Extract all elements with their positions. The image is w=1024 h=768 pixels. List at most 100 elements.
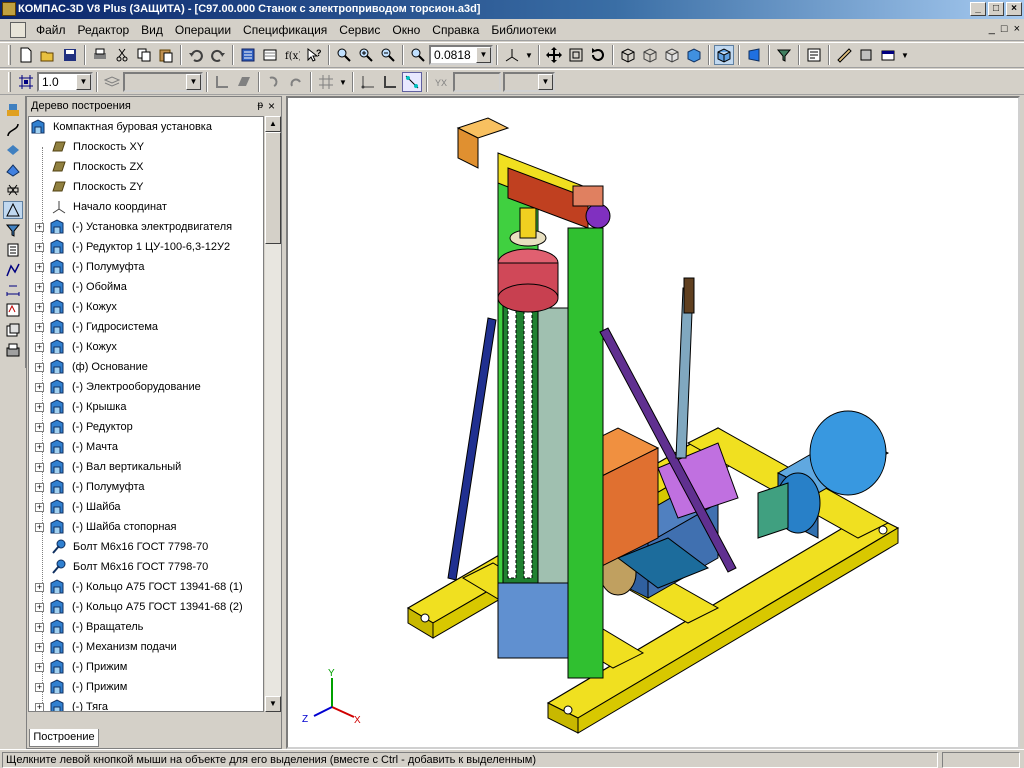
snap-icon[interactable]	[264, 72, 284, 92]
tree-item[interactable]: + (-) Шайба	[35, 497, 121, 517]
toolbar-grip[interactable]	[8, 45, 11, 65]
tree-item[interactable]: + (-) Кольцо А75 ГОСТ 13941-68 (1)	[35, 577, 243, 597]
expand-icon[interactable]: +	[35, 262, 44, 272]
orientation-dropdown-icon[interactable]: ▼	[524, 45, 534, 65]
cursor-snap-icon[interactable]	[402, 72, 422, 92]
expand-icon[interactable]: +	[35, 282, 44, 292]
expand-icon[interactable]: +	[35, 362, 44, 372]
expand-icon[interactable]: +	[35, 302, 44, 312]
open-file-icon[interactable]	[38, 45, 58, 65]
expand-icon[interactable]: +	[35, 242, 44, 252]
expand-icon[interactable]: +	[35, 422, 44, 432]
hidden-lines-icon[interactable]	[640, 45, 660, 65]
expand-icon[interactable]: +	[35, 702, 44, 711]
specification-icon[interactable]	[3, 241, 23, 259]
tree-item[interactable]: + (-) Полумуфта	[35, 477, 145, 497]
zoom-window-icon[interactable]	[334, 45, 354, 65]
expand-icon[interactable]: +	[35, 342, 44, 352]
zoom-out-icon[interactable]	[378, 45, 398, 65]
thin-hidden-lines-icon[interactable]	[662, 45, 682, 65]
expand-icon[interactable]: +	[35, 682, 44, 692]
model-viewport[interactable]: Y X Z	[286, 96, 1020, 749]
expand-icon[interactable]: +	[35, 642, 44, 652]
tree-item[interactable]: + (-) Тяга	[35, 697, 108, 711]
tree-item[interactable]: + (-) Обойма	[35, 277, 127, 297]
menu-view[interactable]: Вид	[135, 23, 169, 37]
mdi-close-button[interactable]: ×	[1014, 23, 1020, 35]
spline-icon[interactable]	[3, 121, 23, 139]
zoom-scale-icon[interactable]	[408, 45, 428, 65]
expand-icon[interactable]: +	[35, 322, 44, 332]
sketch-plane-icon[interactable]	[234, 72, 254, 92]
expand-icon[interactable]: +	[35, 382, 44, 392]
assembly-3d-model[interactable]: Y X Z	[288, 98, 1018, 747]
tree-item[interactable]: Болт М6х16 ГОСТ 7798-70	[51, 557, 208, 577]
cursor-y-field[interactable]: ▼	[503, 72, 555, 92]
tree-item[interactable]: + (-) Вал вертикальный	[35, 457, 181, 477]
document-icon[interactable]	[10, 21, 26, 38]
menu-help[interactable]: Справка	[426, 23, 485, 37]
tree-item[interactable]: + (-) Электрооборудование	[35, 377, 201, 397]
panel-close-icon[interactable]: ×	[268, 97, 275, 115]
halftone-edges-icon[interactable]	[714, 45, 734, 65]
close-button[interactable]: ×	[1006, 2, 1022, 16]
mass-center-icon[interactable]	[856, 45, 876, 65]
tree-item[interactable]: + (-) Кожух	[35, 337, 117, 357]
expand-icon[interactable]: +	[35, 402, 44, 412]
menu-window[interactable]: Окно	[386, 23, 426, 37]
new-file-icon[interactable]	[16, 45, 36, 65]
auxiliary-geometry-icon[interactable]	[3, 141, 23, 159]
formula-icon[interactable]: f(x)	[282, 45, 302, 65]
tree-item[interactable]: + (-) Полумуфта	[35, 257, 145, 277]
zoom-scale-input[interactable]: 0.0818 ▼	[429, 45, 493, 65]
expand-icon[interactable]: +	[35, 622, 44, 632]
mdi-restore-button[interactable]: □	[1001, 23, 1008, 35]
redo-icon[interactable]	[208, 45, 228, 65]
minimize-button[interactable]: _	[970, 2, 986, 16]
tree-item[interactable]: Плоскость ZX	[51, 157, 144, 177]
mdi-minimize-button[interactable]: _	[989, 23, 995, 35]
tree-item[interactable]: + (-) Механизм подачи	[35, 637, 177, 657]
attributes-icon[interactable]	[3, 321, 23, 339]
menu-edit[interactable]: Редактор	[72, 23, 136, 37]
expand-icon[interactable]: +	[35, 442, 44, 452]
chevron-down-icon[interactable]: ▼	[76, 74, 91, 90]
tree-root[interactable]: Компактная буровая установка	[31, 117, 212, 137]
layer-select[interactable]: ▼	[123, 72, 203, 92]
scroll-thumb[interactable]	[265, 132, 281, 244]
tree-item[interactable]: + (-) Редуктор 1 ЦУ-100-6,3-12У2	[35, 237, 230, 257]
print-icon[interactable]	[90, 45, 110, 65]
expand-icon[interactable]: +	[35, 582, 44, 592]
step-input[interactable]: 1.0 ▼	[37, 72, 93, 92]
maximize-button[interactable]: □	[988, 2, 1004, 16]
rotate-icon[interactable]	[588, 45, 608, 65]
expand-icon[interactable]: +	[35, 482, 44, 492]
save-icon[interactable]	[60, 45, 80, 65]
tree-item[interactable]: Плоскость ZY	[51, 177, 144, 197]
grid-dropdown-icon[interactable]: ▼	[338, 72, 348, 92]
expand-icon[interactable]: +	[35, 502, 44, 512]
tree-item[interactable]: Болт М6х16 ГОСТ 7798-70	[51, 537, 208, 557]
tree-item[interactable]: + (-) Крышка	[35, 397, 126, 417]
snap-settings-icon[interactable]	[286, 72, 306, 92]
orientation-icon[interactable]	[502, 45, 522, 65]
menu-service[interactable]: Сервис	[333, 23, 386, 37]
toolbar-overflow-icon[interactable]: ▼	[900, 45, 910, 65]
tree-item[interactable]: + (-) Прижим	[35, 677, 127, 697]
show-all-icon[interactable]	[566, 45, 586, 65]
tree-item[interactable]: + (ф) Основание	[35, 357, 148, 377]
chevron-down-icon[interactable]: ▼	[476, 47, 491, 63]
local-cs-icon[interactable]	[212, 72, 232, 92]
perspective-icon[interactable]	[744, 45, 764, 65]
undo-icon[interactable]	[186, 45, 206, 65]
expand-icon[interactable]: +	[35, 522, 44, 532]
designations-icon[interactable]	[3, 301, 23, 319]
pan-icon[interactable]	[544, 45, 564, 65]
grid-icon[interactable]	[316, 72, 336, 92]
tree-item[interactable]: + (-) Установка электродвигателя	[35, 217, 232, 237]
expand-icon[interactable]: +	[35, 462, 44, 472]
tree-item[interactable]: + (-) Кольцо А75 ГОСТ 13941-68 (2)	[35, 597, 243, 617]
macro-icon[interactable]	[3, 341, 23, 359]
expand-icon[interactable]: +	[35, 602, 44, 612]
layer-icon[interactable]	[102, 72, 122, 92]
